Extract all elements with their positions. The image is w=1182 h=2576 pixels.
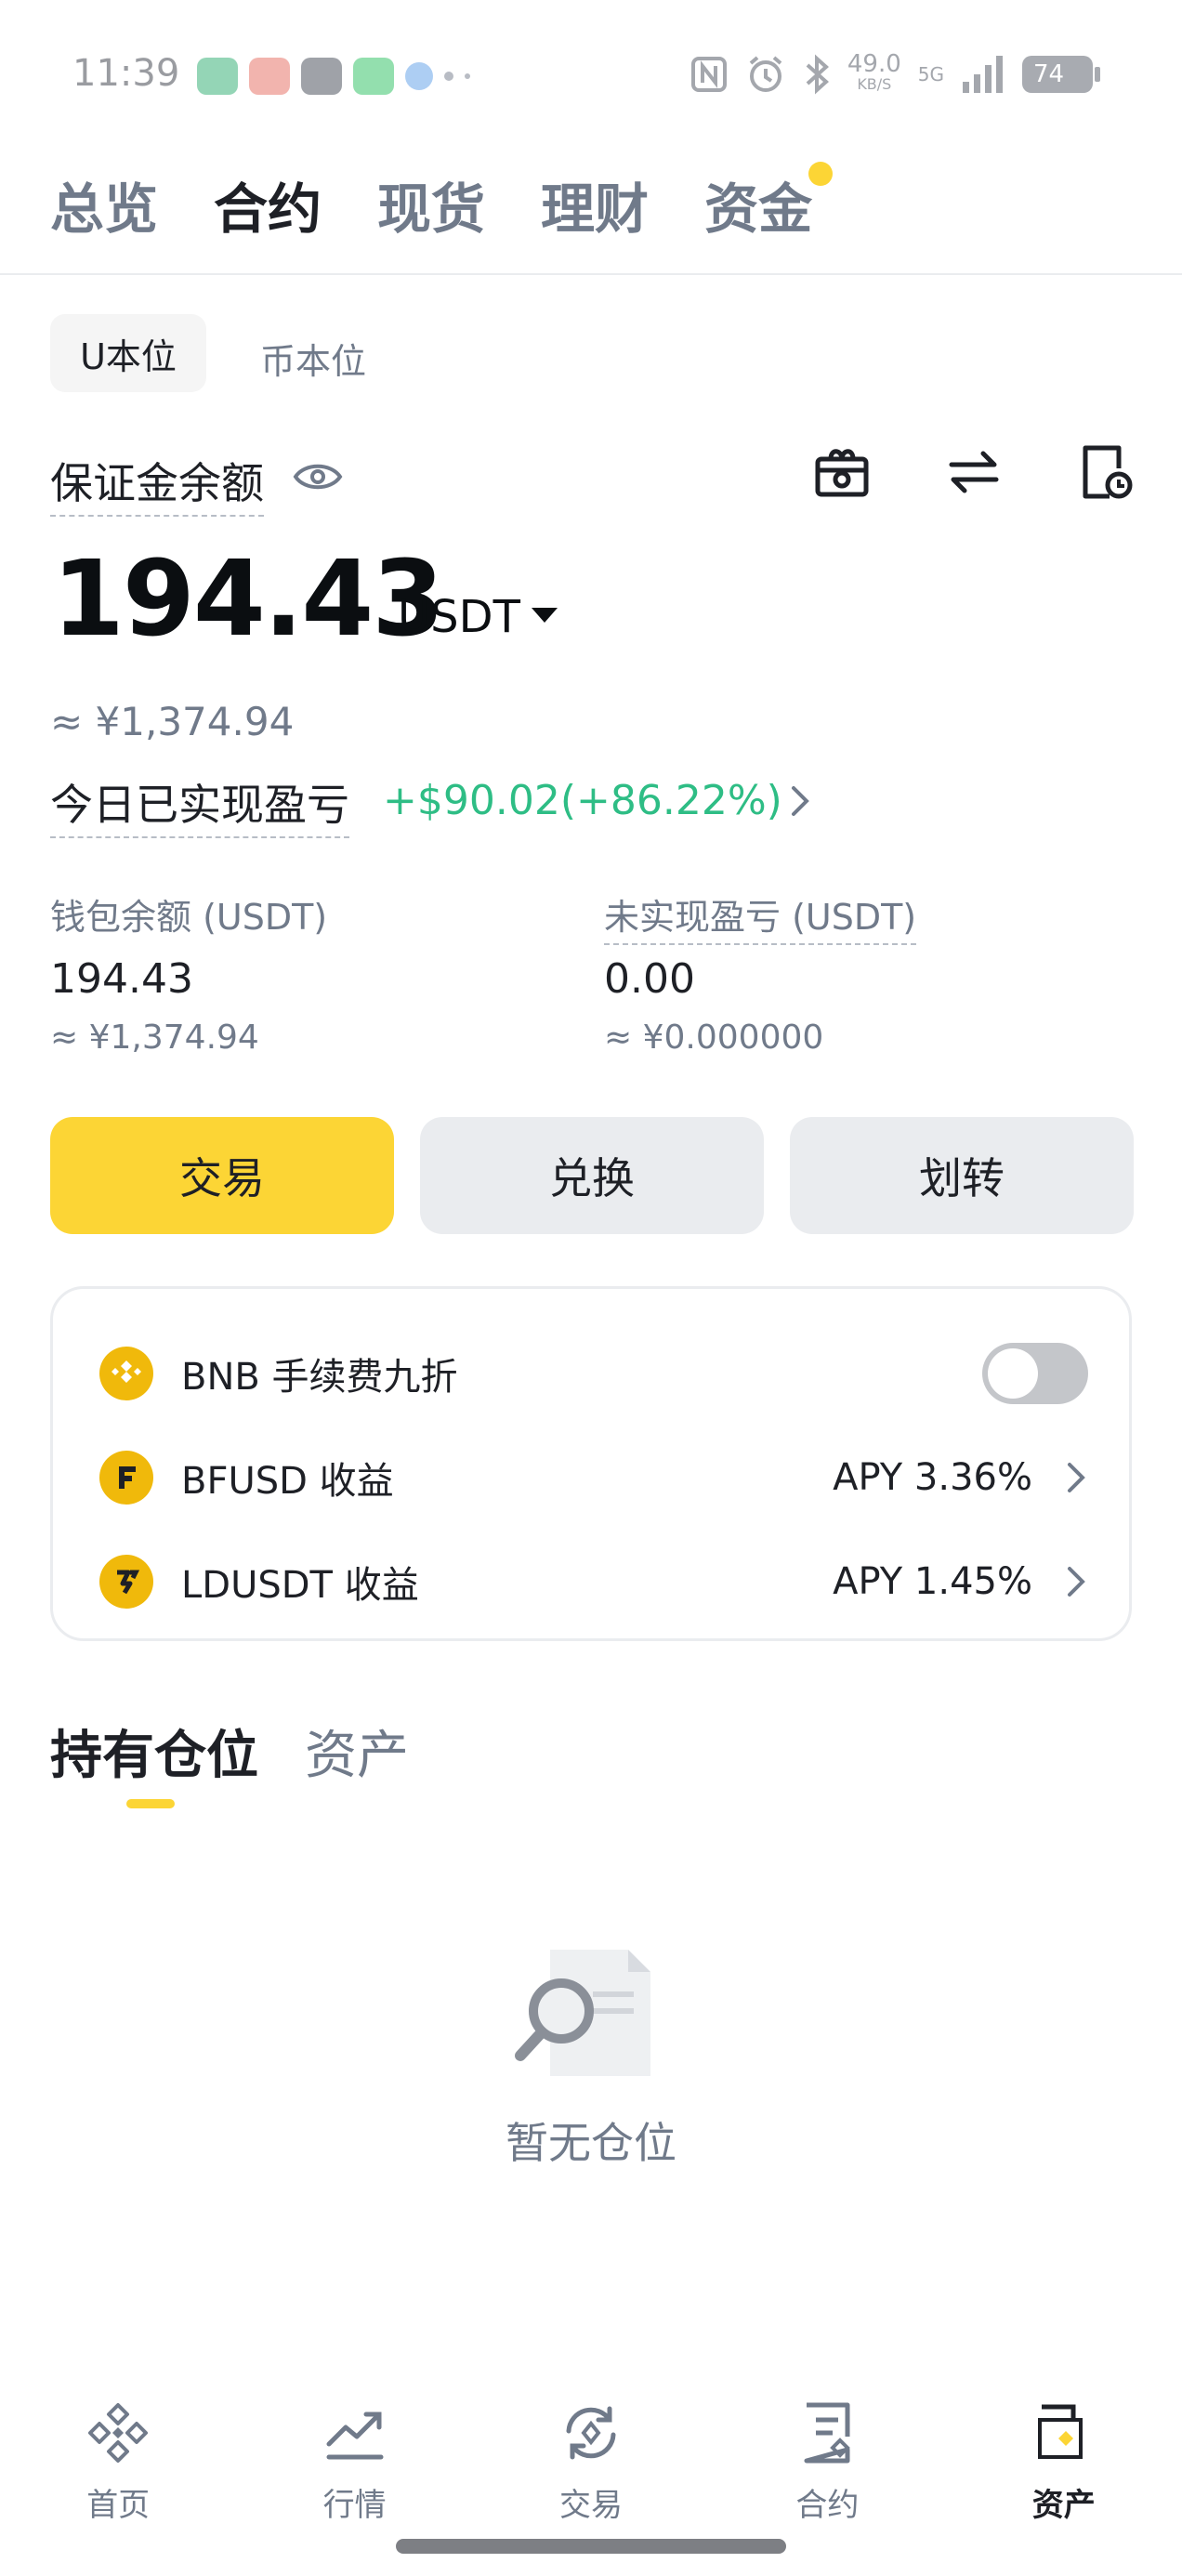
status-bar: 11:39 49.0 KB/S 5G 74 [0,0,1182,149]
nav-futures-label: 合约 [795,2487,860,2524]
margin-balance-label[interactable]: 保证金余额 [50,450,264,517]
tab-funding-label: 资金 [704,177,813,241]
wallet-icon [1037,2404,1083,2459]
tab-positions[interactable]: 持有仓位 [50,1714,258,1789]
tab-earn[interactable]: 理财 [541,165,649,243]
empty-positions-text: 暂无仓位 [506,2118,676,2168]
chevron-right-icon [1068,1463,1085,1492]
chevron-right-icon[interactable] [788,782,814,820]
status-app-icons [197,58,470,95]
wechat-icon [353,58,394,95]
ldusdt-apy: APY 1.45% [833,1560,1032,1603]
history-icon[interactable] [1076,442,1136,502]
transfer-icon[interactable] [944,442,1004,502]
app-notification-icon [301,58,342,95]
home-icon [88,2403,149,2463]
unrealized-pnl-label[interactable]: 未实现盈亏 (USDT) [604,888,917,945]
bnb-fee-discount-row: BNB 手续费九折 [99,1341,1088,1406]
divider [0,273,1182,275]
active-tab-indicator [126,1799,175,1808]
wallet-balance-label: 钱包余额 (USDT) [50,897,328,938]
app-notification-icon [405,62,433,90]
feature-card: BNB 手续费九折 BFUSD 收益 APY 3.36% LDUSDT 收益 A… [50,1286,1132,1641]
balance-cny: ≈ ¥1,374.94 [50,699,295,744]
top-tabs: 总览 合约 现货 理财 资金 [50,162,834,243]
gift-card-icon[interactable] [812,442,872,502]
alarm-icon [749,56,782,92]
currency-selector[interactable]: USDT [398,591,520,643]
subtab-usdm[interactable]: U本位 [50,314,206,392]
todays-pnl-value[interactable]: +$90.02(+86.22%) [383,777,782,824]
bluetooth-icon [806,54,829,95]
unrealized-pnl-value: 0.00 [604,955,695,1003]
wallet-balance-value: 194.43 [50,955,193,1003]
bfusd-icon [99,1451,153,1505]
status-time: 11:39 [72,52,180,95]
app-notification-icon [249,58,290,95]
nav-assets[interactable]: 资产 [971,2379,1157,2576]
bnb-icon [99,1347,153,1400]
bfusd-apy-group: APY 3.36% [833,1456,1088,1499]
home-indicator[interactable] [396,2539,786,2554]
ldusdt-earn-row[interactable]: LDUSDT 收益 APY 1.45% [99,1549,1088,1614]
futures-icon [804,2402,851,2464]
header-actions [812,442,1136,502]
more-notifications-icon [465,73,470,79]
tab-futures[interactable]: 合约 [214,165,322,243]
nav-home[interactable]: 首页 [25,2379,211,2576]
convert-button[interactable]: 兑换 [420,1117,764,1234]
bnb-fee-discount-toggle[interactable] [982,1343,1088,1404]
tab-assets[interactable]: 资产 [305,1714,409,1789]
unrealized-pnl-cny: ≈ ¥0.000000 [604,1019,824,1057]
network-speed: 49.0 KB/S [847,52,901,95]
battery-icon: 74 [1022,56,1100,93]
tab-funding[interactable]: 资金 [704,162,834,243]
bfusd-earn-label: BFUSD 收益 [181,1460,394,1503]
bnb-fee-discount-label: BNB 手续费九折 [181,1356,458,1399]
bfusd-apy: APY 3.36% [833,1456,1032,1499]
transfer-button[interactable]: 划转 [790,1117,1134,1234]
tab-overview[interactable]: 总览 [50,165,158,243]
ldusdt-icon [99,1555,153,1609]
trade-button[interactable]: 交易 [50,1117,394,1234]
bfusd-earn-row[interactable]: BFUSD 收益 APY 3.36% [99,1445,1088,1510]
caret-down-icon[interactable] [532,608,558,623]
empty-search-icon [515,1950,650,2076]
more-notifications-icon [444,72,453,81]
app-notification-icon [197,58,238,95]
chevron-right-icon [1068,1567,1085,1597]
notification-dot [808,162,834,186]
subtab-coinm[interactable]: 币本位 [260,333,366,384]
status-indicators: 49.0 KB/S 5G 74 [690,52,1100,95]
trade-icon [566,2406,616,2460]
ldusdt-apy-group: APY 1.45% [833,1560,1088,1603]
margin-balance-value: 194.43 [52,539,444,660]
signal-type: 5G [917,63,944,85]
nav-home-label: 首页 [86,2487,151,2524]
tab-spot[interactable]: 现货 [377,165,485,243]
ldusdt-earn-label: LDUSDT 收益 [181,1564,419,1607]
signal-icon [963,56,1003,93]
nav-assets-label: 资产 [1031,2487,1096,2524]
nav-markets-label: 行情 [322,2487,387,2524]
nfc-icon [690,57,727,92]
eye-icon[interactable] [292,455,344,498]
wallet-balance-cny: ≈ ¥1,374.94 [50,1019,259,1057]
todays-pnl-label[interactable]: 今日已实现盈亏 [50,771,349,838]
battery-level: 74 [1033,60,1065,88]
nav-trade-label: 交易 [558,2487,623,2524]
markets-icon [326,2412,384,2460]
